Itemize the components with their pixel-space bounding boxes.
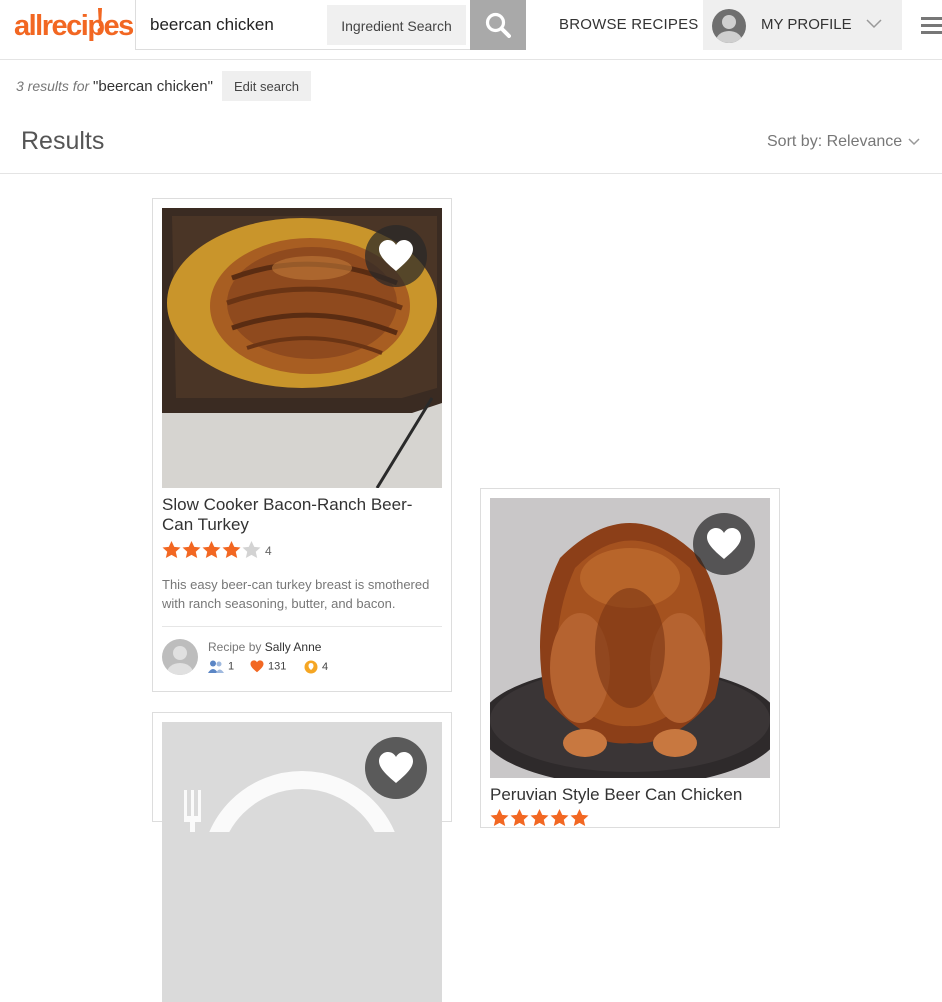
review-icon xyxy=(304,660,318,674)
star-icon xyxy=(530,809,549,827)
heart-icon xyxy=(379,752,413,783)
recipe-title[interactable]: Slow Cooker Bacon-Ranch Beer-Can Turkey xyxy=(162,495,432,535)
recipe-photo[interactable] xyxy=(162,208,442,488)
sort-dropdown[interactable]: Sort by: Relevance xyxy=(767,133,920,151)
site-header: allrecipes Ingredient Search BROWSE RECI… xyxy=(0,0,942,60)
star-rating xyxy=(162,541,262,559)
sort-label: Sort by: Relevance xyxy=(767,133,903,150)
reviews-count: 4 xyxy=(304,660,328,674)
star-icon xyxy=(550,809,569,827)
hamburger-menu-icon[interactable] xyxy=(921,17,942,35)
browse-recipes-link[interactable]: BROWSE RECIPES xyxy=(559,16,699,33)
star-icon xyxy=(182,541,201,559)
favorite-button[interactable] xyxy=(365,737,427,799)
heart-icon xyxy=(379,240,413,271)
logo-exclamation-icon xyxy=(97,8,103,33)
my-profile-menu[interactable]: MY PROFILE xyxy=(703,0,902,50)
search-input[interactable] xyxy=(150,10,320,40)
heart-icon xyxy=(707,528,741,559)
results-query: "beercan chicken" xyxy=(93,78,213,95)
made-it-count: 1 xyxy=(208,660,234,673)
star-icon xyxy=(510,809,529,827)
user-silhouette-icon xyxy=(716,15,742,43)
profile-label: MY PROFILE xyxy=(761,16,852,33)
favorites-count: 131 xyxy=(250,660,286,673)
heart-icon xyxy=(250,660,264,673)
chevron-down-icon xyxy=(908,138,920,145)
edit-search-button[interactable]: Edit search xyxy=(222,71,311,101)
results-count-text: 3 results for xyxy=(16,78,90,94)
divider xyxy=(0,173,942,174)
star-icon xyxy=(162,541,181,559)
divider xyxy=(162,626,442,627)
star-icon xyxy=(570,809,589,827)
recipe-description: This easy beer-can turkey breast is smot… xyxy=(162,577,430,611)
recipe-card[interactable] xyxy=(152,712,452,1002)
user-silhouette-icon xyxy=(167,646,193,675)
chevron-down-icon xyxy=(866,19,882,29)
star-icon xyxy=(490,809,509,827)
recipe-card[interactable]: Peruvian Style Beer Can Chicken xyxy=(480,488,780,828)
star-rating xyxy=(490,809,590,827)
allrecipes-logo[interactable]: allrecipes xyxy=(14,6,134,46)
star-icon xyxy=(222,541,241,559)
recipe-byline: Recipe by Sally Anne xyxy=(208,640,321,654)
ingredient-search-button[interactable]: Ingredient Search xyxy=(327,5,466,45)
author-avatar[interactable] xyxy=(162,639,198,675)
recipe-card[interactable]: Slow Cooker Bacon-Ranch Beer-Can Turkey … xyxy=(152,198,452,692)
star-icon xyxy=(202,541,221,559)
people-icon xyxy=(208,660,224,673)
rating-count: 4 xyxy=(265,544,272,558)
star-empty-icon xyxy=(242,541,261,559)
recipe-photo[interactable] xyxy=(490,498,770,778)
recipe-photo-placeholder[interactable] xyxy=(162,722,442,1002)
results-count: 3 results for "beercan chicken" xyxy=(16,78,213,95)
author-name[interactable]: Sally Anne xyxy=(265,640,322,654)
logo-text: allrecipes xyxy=(14,10,134,42)
page-title: Results xyxy=(21,127,105,155)
profile-avatar xyxy=(712,9,746,43)
favorite-button[interactable] xyxy=(693,513,755,575)
byline-prefix: Recipe by xyxy=(208,640,262,654)
recipe-title[interactable]: Peruvian Style Beer Can Chicken xyxy=(490,785,760,805)
search-button[interactable] xyxy=(470,0,526,50)
search-icon xyxy=(485,12,511,38)
favorite-button[interactable] xyxy=(365,225,427,287)
